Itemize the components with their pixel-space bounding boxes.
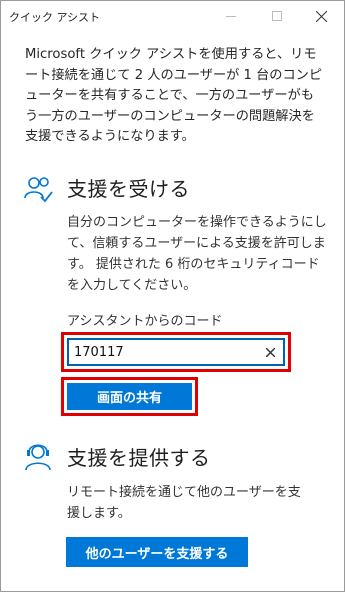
window-title: クイック アシスト xyxy=(9,11,101,24)
code-label: アシスタントからのコード xyxy=(67,314,223,329)
code-input[interactable] xyxy=(67,338,285,366)
close-button[interactable] xyxy=(298,1,344,31)
help-someone-button[interactable]: 他のユーザーを支援する xyxy=(66,537,248,567)
title-bar: クイック アシスト xyxy=(1,1,344,31)
maximize-button[interactable] xyxy=(254,1,300,31)
code-highlight xyxy=(61,332,291,372)
share-highlight: 画面の共有 xyxy=(61,377,198,416)
share-screen-button[interactable]: 画面の共有 xyxy=(67,383,192,410)
get-help-description: 自分のコンピューターを操作できるようにして、信頼するユーザーによる支援を許可しま… xyxy=(67,215,327,293)
clear-button[interactable] xyxy=(260,342,280,362)
intro-text: Microsoft クイック アシストを使用すると、リモート接続を通じて 2 人… xyxy=(25,47,323,144)
quick-assist-window: クイック アシスト Microsoft クイック アシストを使用すると、リモート… xyxy=(0,0,345,592)
maximize-icon xyxy=(272,11,282,21)
minimize-button[interactable] xyxy=(208,1,254,31)
give-help-description: リモート接続を通じて他のユーザーを支援します。 xyxy=(67,485,301,521)
give-help-title: 支援を提供する xyxy=(67,446,211,470)
people-check-icon xyxy=(23,175,53,209)
get-help-title: 支援を受ける xyxy=(67,177,190,201)
minimize-icon xyxy=(226,16,236,17)
close-icon xyxy=(315,10,327,22)
clear-icon xyxy=(265,347,275,357)
headset-icon xyxy=(23,441,53,477)
